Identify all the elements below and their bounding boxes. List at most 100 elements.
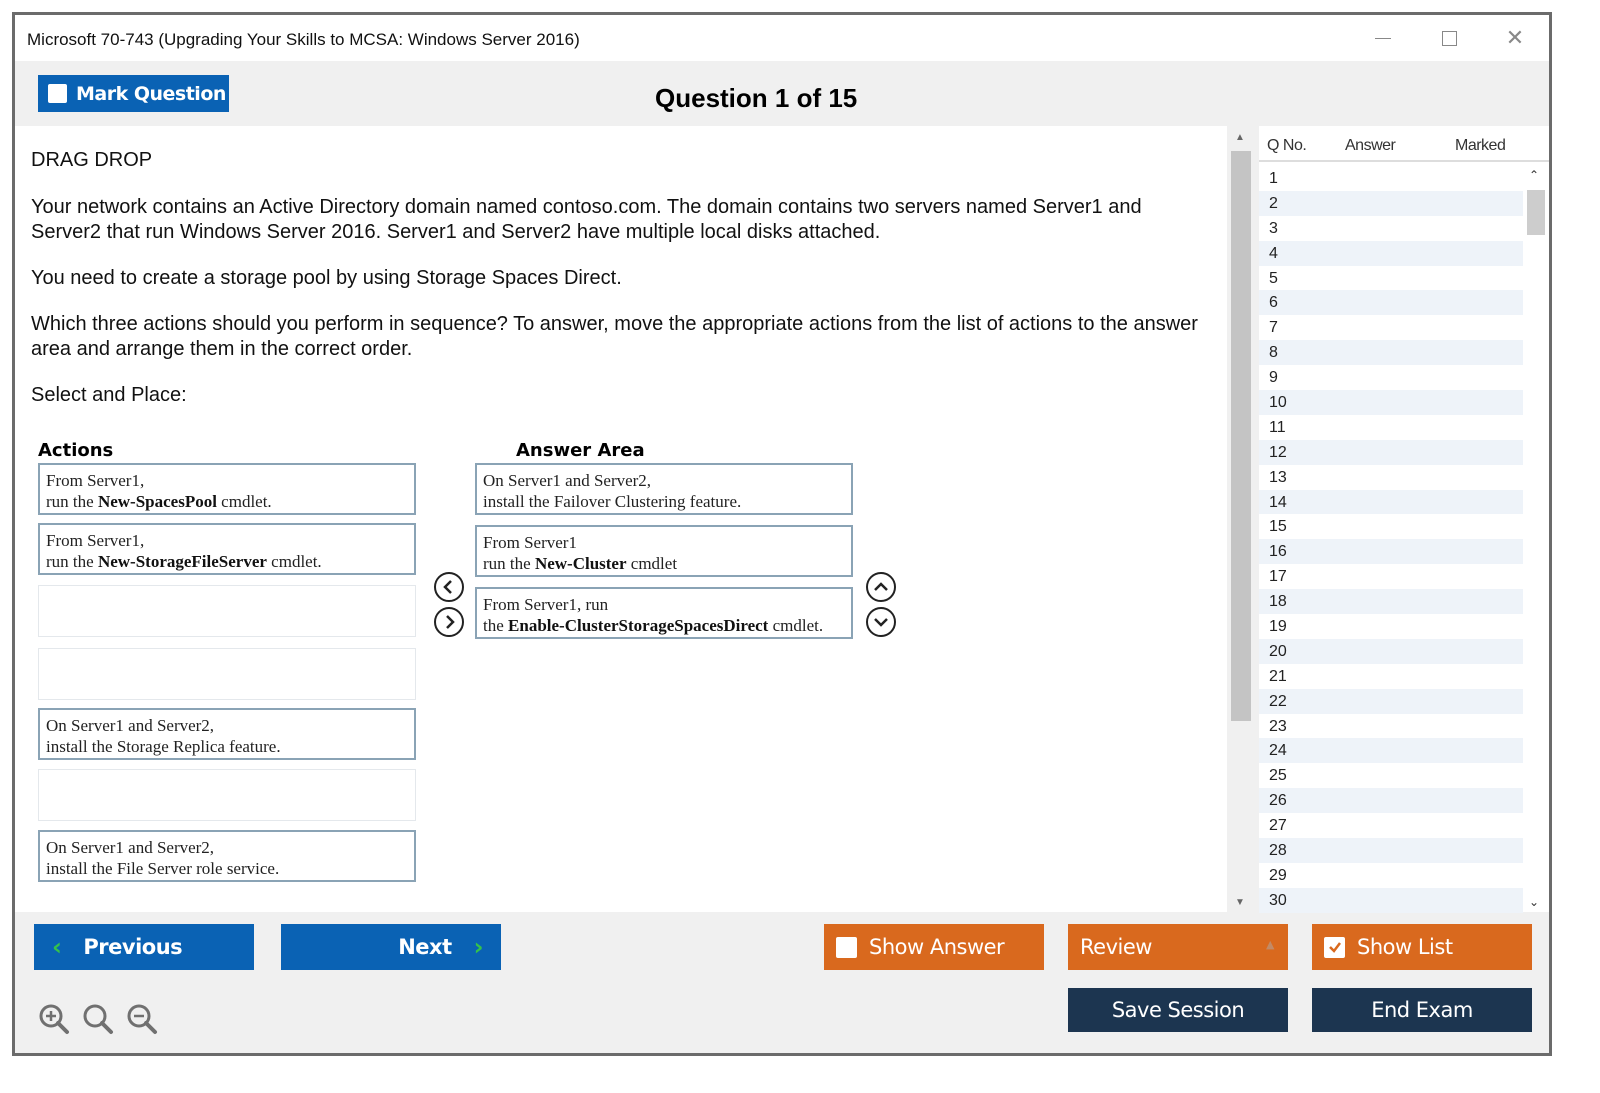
- maximize-button[interactable]: [1429, 23, 1469, 53]
- question-list-row[interactable]: 30: [1259, 887, 1523, 913]
- scroll-up-icon[interactable]: ▲: [1235, 132, 1245, 143]
- action-empty-slot[interactable]: [38, 769, 416, 821]
- question-list-row[interactable]: 16: [1259, 539, 1523, 565]
- answer-item[interactable]: From Server1, run the Enable-ClusterStora…: [475, 587, 853, 639]
- question-list-row[interactable]: 21: [1259, 664, 1523, 689]
- chevron-right-icon: ›: [473, 933, 484, 961]
- move-up-button[interactable]: [866, 572, 896, 602]
- question-list-row[interactable]: 5: [1259, 266, 1523, 291]
- end-exam-label: End Exam: [1371, 998, 1473, 1022]
- item-line2: run the New-StorageFileServer cmdlet.: [46, 551, 408, 572]
- question-list-row[interactable]: 11: [1259, 415, 1523, 440]
- scrollbar-thumb[interactable]: [1527, 190, 1545, 235]
- previous-button[interactable]: ‹ Previous: [34, 924, 254, 970]
- action-item[interactable]: On Server1 and Server2, install the Stora…: [38, 708, 416, 760]
- question-list-panel: Q No. Answer Marked 1 2 3 4 5 6 7 8 9 10 11 12 13 14 1…: [1259, 126, 1549, 913]
- zoom-reset-icon[interactable]: [81, 1002, 115, 1041]
- question-list-row[interactable]: 19: [1259, 614, 1523, 639]
- question-list-row[interactable]: 12: [1259, 439, 1523, 465]
- question-type: DRAG DROP: [31, 149, 153, 171]
- question-list-row[interactable]: 24: [1259, 738, 1523, 764]
- close-button[interactable]: ✕: [1495, 23, 1535, 53]
- save-session-button[interactable]: Save Session: [1068, 988, 1288, 1032]
- question-list-row[interactable]: 1: [1259, 166, 1523, 191]
- cmdlet-name: New-Cluster: [534, 554, 627, 573]
- question-list-row[interactable]: 10: [1259, 390, 1523, 415]
- question-list-scrollbar[interactable]: ⌃ ⌄: [1525, 166, 1547, 911]
- item-line2: install the Storage Replica feature.: [46, 736, 408, 757]
- question-list-row[interactable]: 18: [1259, 589, 1523, 615]
- question-list-row[interactable]: 17: [1259, 564, 1523, 589]
- move-right-button[interactable]: [434, 607, 464, 637]
- answer-item[interactable]: On Server1 and Server2, install the Failo…: [475, 463, 853, 515]
- action-empty-slot[interactable]: [38, 648, 416, 700]
- move-left-button[interactable]: [434, 572, 464, 602]
- question-list-row[interactable]: 14: [1259, 489, 1523, 515]
- question-list-row[interactable]: 6: [1259, 290, 1523, 316]
- chevron-down-icon: [874, 618, 888, 627]
- question-list-row[interactable]: 27: [1259, 813, 1523, 838]
- column-header-qno[interactable]: Q No.: [1267, 137, 1307, 155]
- question-list-row[interactable]: 26: [1259, 788, 1523, 814]
- checkbox-icon: [836, 936, 857, 958]
- exam-window: Microsoft 70-743 (Upgrading Your Skills …: [12, 12, 1552, 1056]
- scrollbar-thumb[interactable]: [1231, 151, 1251, 721]
- answer-area-heading: Answer Area: [516, 440, 645, 461]
- question-list-row[interactable]: 3: [1259, 216, 1523, 241]
- chevron-left-icon: [443, 580, 452, 594]
- item-text: run the: [46, 552, 98, 571]
- question-list-header: Q No. Answer Marked: [1259, 126, 1549, 162]
- zoom-out-icon[interactable]: [125, 1002, 159, 1041]
- mark-question-button[interactable]: Mark Question: [38, 75, 229, 112]
- answer-item[interactable]: From Server1 run the New-Cluster cmdlet: [475, 525, 853, 577]
- end-exam-button[interactable]: End Exam: [1312, 988, 1532, 1032]
- move-down-button[interactable]: [866, 607, 896, 637]
- maximize-icon: [1441, 30, 1457, 46]
- question-list-row[interactable]: 7: [1259, 315, 1523, 340]
- next-button[interactable]: Next ›: [281, 924, 501, 970]
- question-list-row[interactable]: 23: [1259, 714, 1523, 739]
- question-list-row[interactable]: 13: [1259, 465, 1523, 490]
- chevron-up-icon[interactable]: ⌃: [1529, 168, 1539, 182]
- cmdlet-name: New-StorageFileServer: [97, 552, 267, 571]
- column-header-answer[interactable]: Answer: [1345, 137, 1396, 155]
- minimize-icon: [1375, 37, 1391, 39]
- question-list-row[interactable]: 20: [1259, 638, 1523, 664]
- item-text: cmdlet.: [768, 616, 824, 635]
- question-list-row[interactable]: 4: [1259, 240, 1523, 266]
- review-dropdown[interactable]: Review ▲: [1068, 924, 1288, 970]
- question-list-row[interactable]: 9: [1259, 365, 1523, 390]
- question-list-row[interactable]: 29: [1259, 863, 1523, 888]
- column-header-marked[interactable]: Marked: [1455, 137, 1506, 155]
- title-bar: Microsoft 70-743 (Upgrading Your Skills …: [15, 15, 1549, 61]
- question-list-row[interactable]: 22: [1259, 688, 1523, 714]
- question-list-row[interactable]: 8: [1259, 340, 1523, 366]
- action-item[interactable]: On Server1 and Server2, install the File …: [38, 830, 416, 882]
- zoom-controls: [37, 1002, 159, 1041]
- question-instruction: Select and Place:: [31, 384, 187, 406]
- show-list-toggle[interactable]: Show List: [1312, 924, 1532, 970]
- minimize-button[interactable]: [1363, 23, 1403, 53]
- question-list-row[interactable]: 15: [1259, 514, 1523, 539]
- question-list-row[interactable]: 28: [1259, 838, 1523, 863]
- show-answer-toggle[interactable]: Show Answer: [824, 924, 1044, 970]
- save-session-label: Save Session: [1111, 998, 1245, 1022]
- checkbox-checked-icon: [1324, 936, 1345, 958]
- question-list-row[interactable]: 25: [1259, 763, 1523, 788]
- review-label: Review: [1080, 935, 1152, 959]
- action-empty-slot[interactable]: [38, 585, 416, 637]
- content-scrollbar[interactable]: ▲ ▼: [1229, 126, 1253, 912]
- action-item[interactable]: From Server1, run the New-StorageFileServ…: [38, 523, 416, 575]
- item-line2: run the New-Cluster cmdlet: [483, 553, 845, 574]
- action-item[interactable]: From Server1, run the New-SpacesPool cmdl…: [38, 463, 416, 515]
- item-line2: install the Failover Clustering feature.: [483, 491, 845, 512]
- dropdown-arrow-icon: ▲: [1266, 938, 1274, 951]
- chevron-down-icon[interactable]: ⌄: [1529, 895, 1539, 909]
- zoom-in-icon[interactable]: [37, 1002, 71, 1041]
- question-list-row[interactable]: 2: [1259, 190, 1523, 216]
- scroll-down-icon[interactable]: ▼: [1235, 897, 1245, 908]
- show-answer-label: Show Answer: [869, 935, 1005, 959]
- item-text: cmdlet.: [266, 552, 322, 571]
- item-line1: On Server1 and Server2,: [46, 838, 215, 857]
- question-content: DRAG DROP Your network contains an Activ…: [15, 126, 1227, 912]
